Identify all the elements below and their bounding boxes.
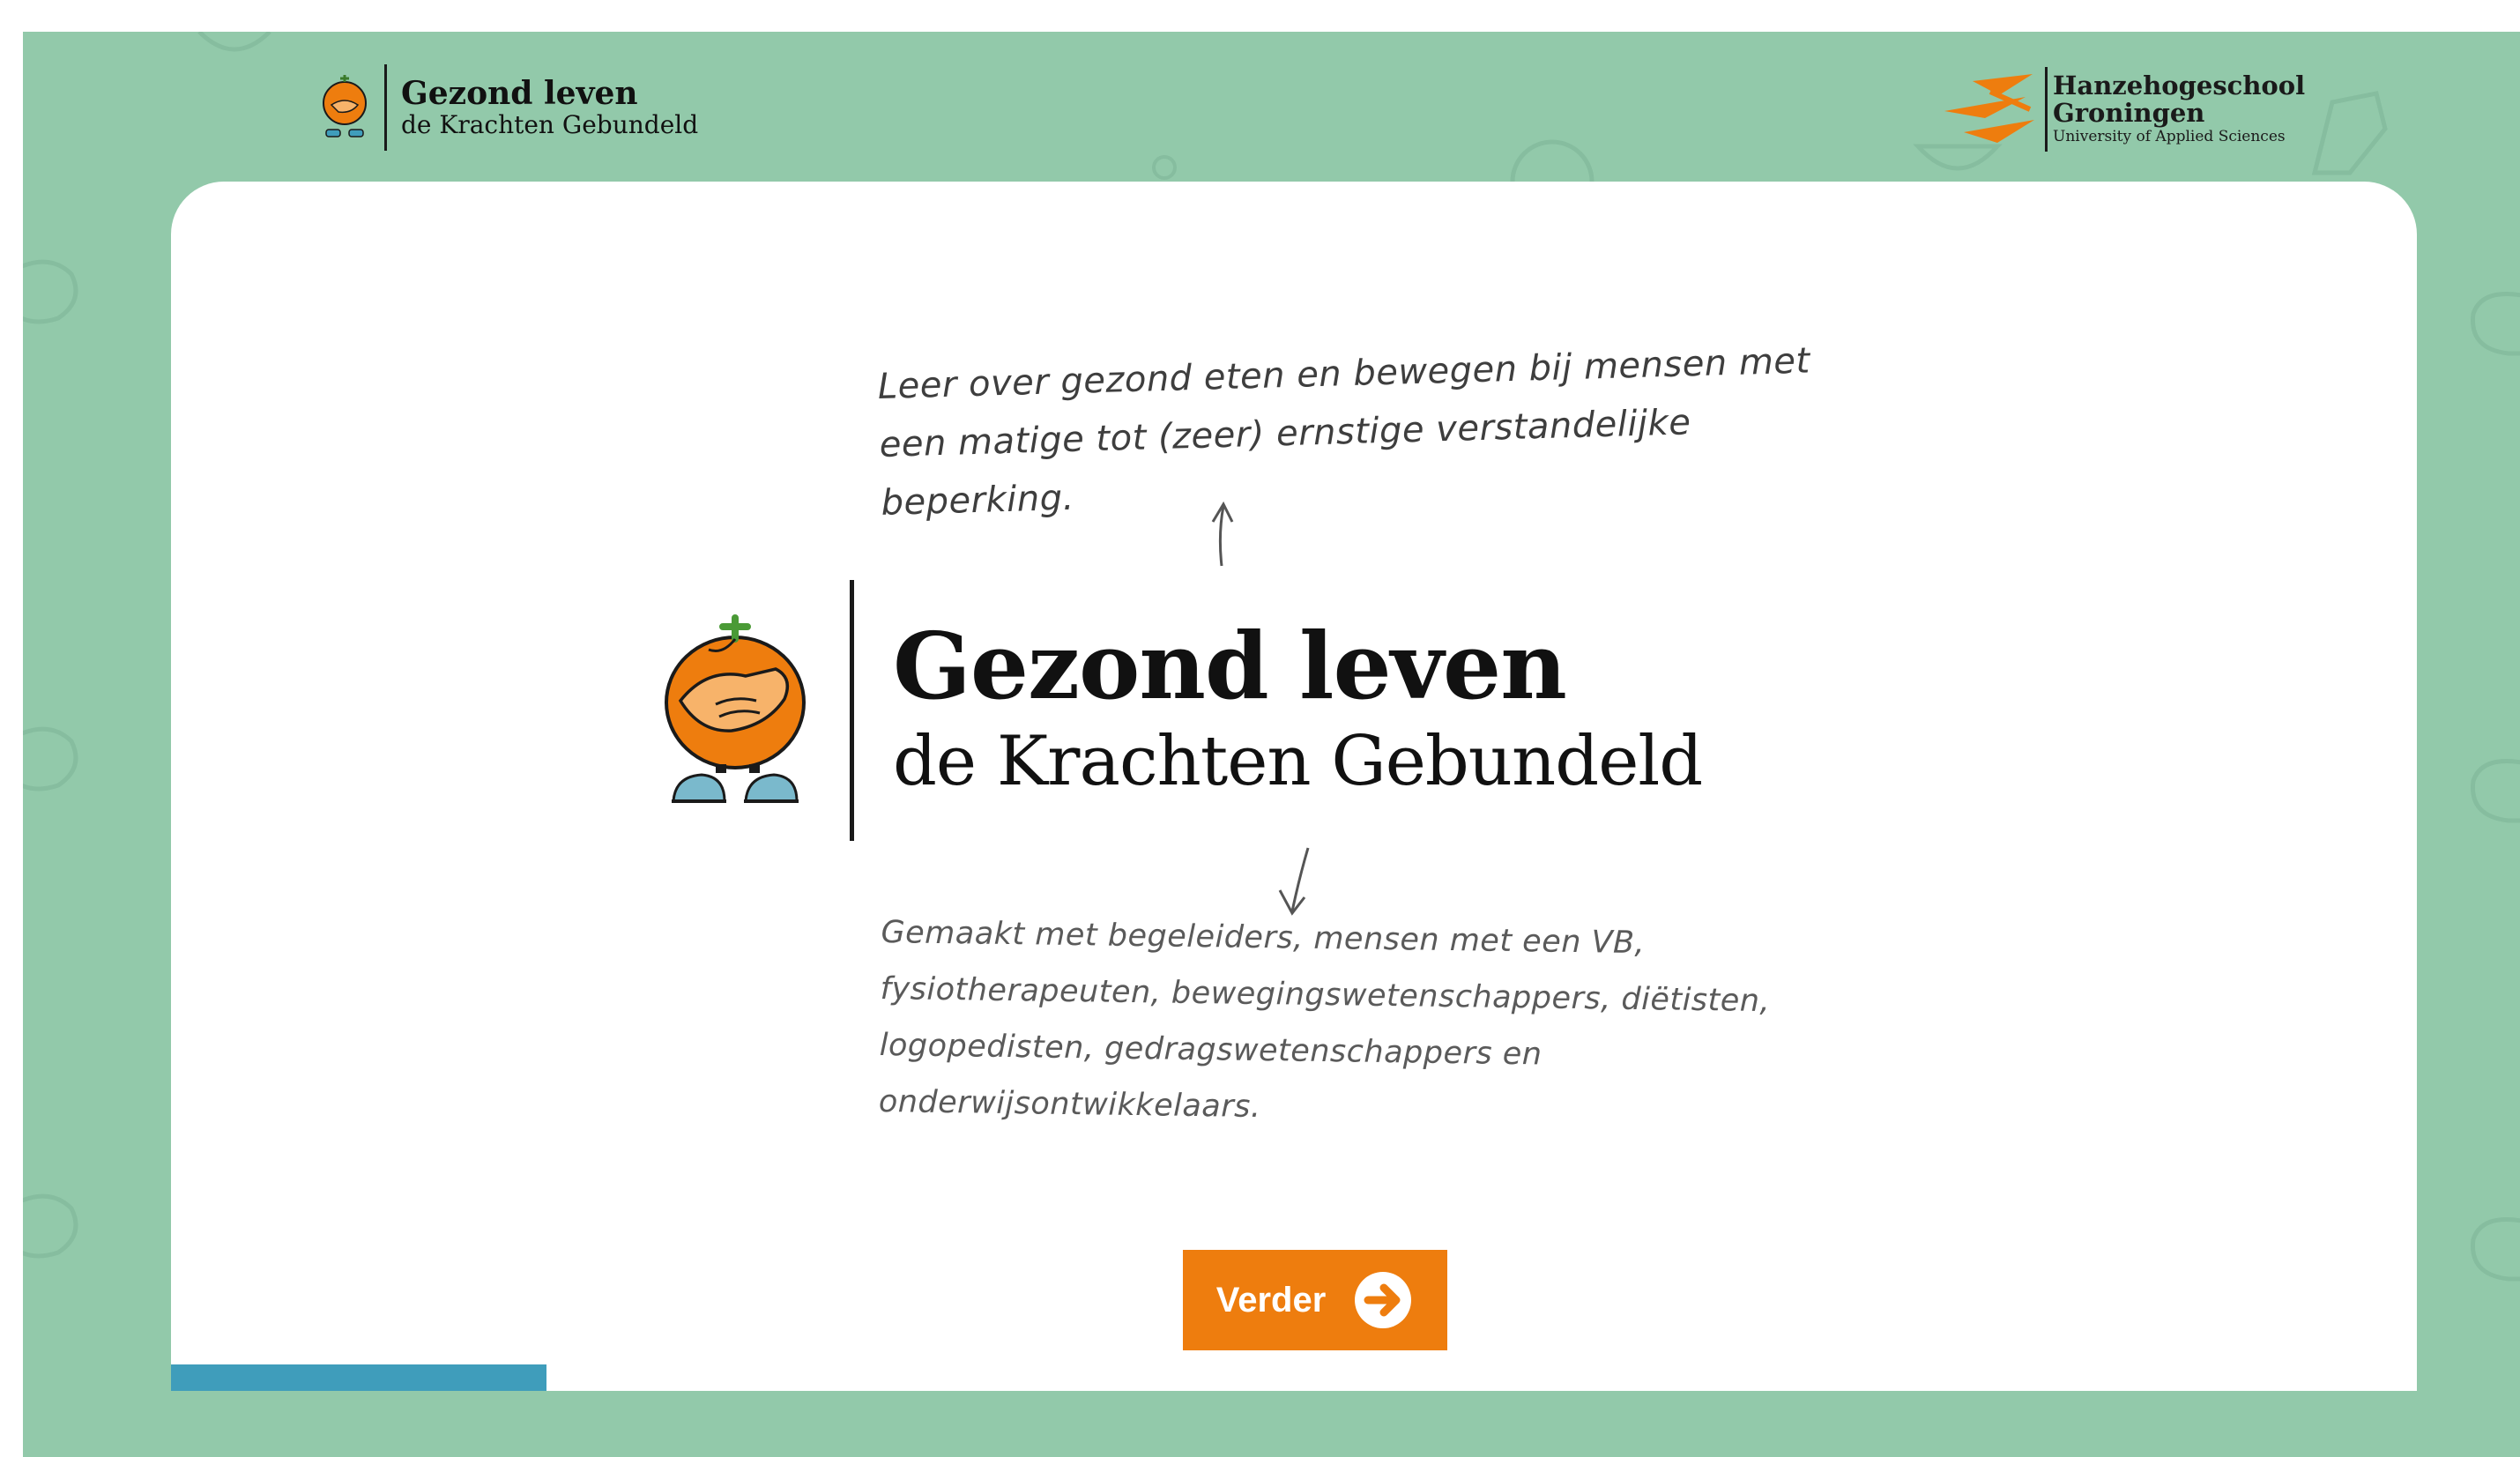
verder-button[interactable]: Verder (1183, 1250, 1447, 1350)
mascot-icon (665, 614, 806, 803)
header-logo-subtitle: de Krachten Gebundeld (401, 110, 699, 139)
hanze-line-1: Hanzehogeschool (2053, 71, 2306, 100)
hanze-divider (2045, 67, 2048, 152)
hanze-logo[interactable]: Hanzehogeschool Groningen University of … (1937, 65, 2305, 153)
figure-doodle-icon (1152, 155, 1177, 180)
main-title: Gezond leven (893, 612, 1567, 720)
arrow-right-circle-icon (1355, 1272, 1412, 1328)
header-logo[interactable]: Gezond leven de Krachten Gebundeld (317, 63, 698, 152)
apple-doodle-icon (197, 32, 271, 52)
logo-divider (850, 580, 854, 841)
main-logo: Gezond leven de Krachten Gebundeld (661, 578, 1703, 843)
hanze-line-2: Groningen (2053, 98, 2205, 128)
hanze-line-3: University of Applied Sciences (2053, 128, 2286, 145)
shoe-doodle-icon (2311, 91, 2388, 175)
apple-doodle-icon (23, 259, 78, 324)
clock-doodle-icon (1510, 139, 1595, 182)
bowl-doodle-icon (2471, 292, 2520, 356)
intro-note-top: Leer over gezond eten en bewegen bij men… (877, 340, 1811, 524)
arrow-down-icon (1278, 847, 1310, 916)
intro-note-bottom: Gemaakt met begeleiders, mensen met een … (878, 914, 1771, 1126)
verder-button-label: Verder (1215, 1280, 1327, 1319)
page-background: Gezond leven de Krachten Gebundeld Hanze… (23, 32, 2520, 1457)
bowl-doodle-icon (2471, 759, 2520, 823)
main-subtitle: de Krachten Gebundeld (893, 722, 1703, 801)
header-logo-title: Gezond leven (401, 75, 638, 112)
progress-bar-fill (171, 1364, 546, 1391)
bowl-doodle-icon (2471, 1217, 2520, 1282)
mascot-logo-icon (323, 75, 367, 138)
intro-card: Leer over gezond eten en bewegen bij men… (171, 182, 2417, 1391)
header-logo-divider (384, 64, 387, 151)
arrow-up-icon (1211, 501, 1234, 567)
apple-doodle-icon (23, 1193, 78, 1259)
hanze-mark-icon (1944, 74, 2034, 143)
apple-doodle-icon (23, 726, 78, 792)
progress-bar (171, 1364, 2417, 1391)
